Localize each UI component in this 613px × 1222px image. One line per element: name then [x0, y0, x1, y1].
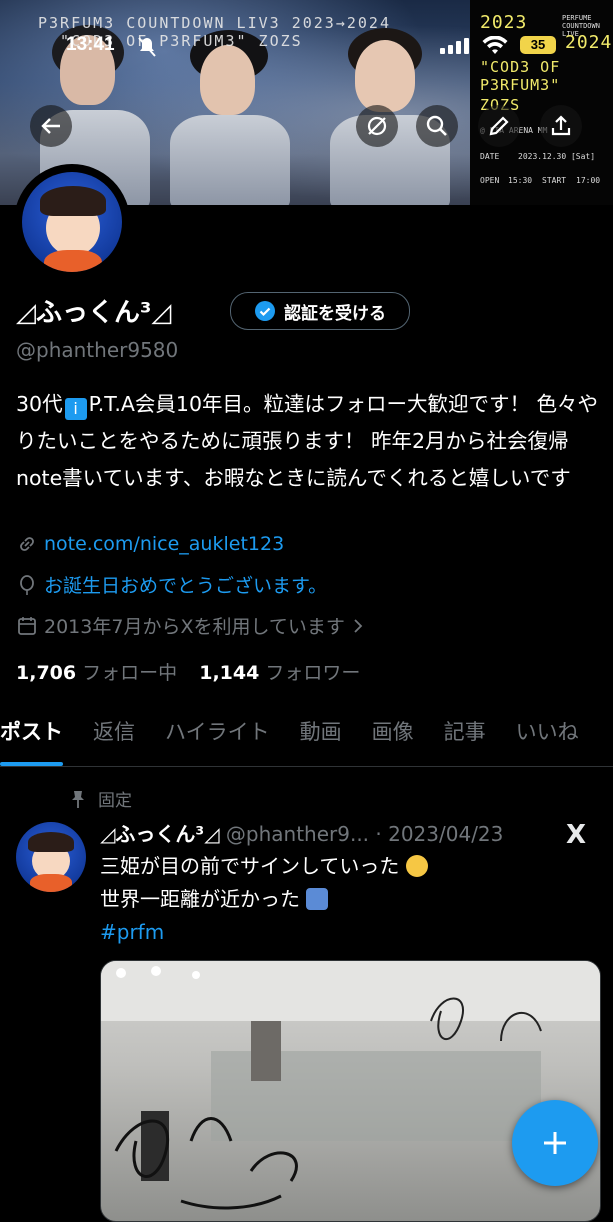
status-time: 13:41	[66, 34, 115, 55]
back-button[interactable]	[30, 105, 72, 147]
banner-poster: 2023 PERFUME COUNTDOWN LIVE 2024 "COD3 O…	[470, 0, 613, 205]
search-button[interactable]	[416, 105, 458, 147]
search-icon	[426, 115, 447, 136]
poster-start-label: START	[542, 176, 567, 185]
pinned-label: 固定	[98, 791, 132, 811]
grok-button[interactable]	[356, 105, 398, 147]
profile-avatar[interactable]	[14, 164, 130, 280]
poster-code-line2: P3RFUM3"	[480, 76, 561, 94]
post-handle-date: @phanther9... · 2023/04/23	[225, 822, 504, 846]
x-logo-icon: X	[566, 820, 587, 850]
profile-link-row[interactable]: note.com/nice_auklet123	[16, 533, 284, 555]
post-image[interactable]	[100, 960, 601, 1222]
poster-open-label: OPEN	[480, 176, 500, 185]
verified-badge-icon	[255, 301, 275, 321]
tab-media[interactable]: 画像	[372, 710, 414, 766]
get-verified-button[interactable]: 認証を受ける	[230, 292, 410, 330]
poster-code-line1: "COD3 OF	[480, 58, 561, 76]
link-icon	[20, 537, 34, 551]
poster-date-label: DATE	[480, 152, 500, 161]
birthday-text: お誕生日おめでとうございます。	[44, 575, 328, 597]
post-header: ◿ふっくん³◿ @phanther9... · 2023/04/23	[100, 818, 503, 847]
share-button[interactable]	[540, 105, 582, 147]
post-hashtag[interactable]: #prfm	[100, 920, 164, 944]
tab-replies[interactable]: 返信	[93, 710, 135, 766]
tab-posts[interactable]: ポスト	[0, 710, 63, 766]
followers-link[interactable]: 1,144 フォロワー	[199, 662, 360, 684]
post-author-avatar[interactable]	[16, 822, 86, 892]
calendar-icon	[18, 616, 36, 635]
post-line-2: 世界一距離が近かった	[100, 887, 300, 911]
followers-label: フォロワー	[265, 662, 361, 684]
compose-post-button[interactable]	[512, 1100, 598, 1186]
post-author-name[interactable]: ◿ふっくん³◿	[100, 822, 220, 846]
tab-videos[interactable]: 動画	[300, 710, 342, 766]
following-count: 1,706	[16, 662, 77, 684]
info-emoji-icon: i	[64, 398, 87, 420]
arrow-left-icon	[41, 118, 60, 134]
grok-icon	[367, 116, 387, 136]
get-verified-label: 認証を受ける	[284, 303, 386, 324]
following-link[interactable]: 1,706 フォロー中	[16, 662, 177, 684]
silent-bell-icon	[138, 37, 156, 57]
post-text: 三姫が目の前でサインしていった 世界一距離が近かった #prfm	[100, 850, 428, 949]
battery-indicator: 35	[520, 36, 556, 54]
tab-articles[interactable]: 記事	[444, 710, 486, 766]
joined-text: 2013年7月からXを利用しています	[44, 616, 345, 638]
poster-year-end: 2024	[565, 32, 613, 53]
post-line-1: 三姫が目の前でサインしていった	[100, 854, 400, 878]
pencil-icon	[489, 116, 509, 136]
joined-row[interactable]: 2013年7月からXを利用しています	[16, 612, 365, 639]
raising-hand-emoji-icon	[306, 888, 329, 910]
profile-bio: 30代 i P.T.A会員10年目。粒達はフォロー大歓迎です！ 色々やりたいことをや…	[16, 386, 601, 497]
chevron-right-icon	[354, 618, 363, 633]
pin-icon	[72, 790, 84, 808]
share-icon	[551, 115, 571, 136]
signed-glass-photo	[101, 961, 600, 1210]
cellular-signal-icon	[440, 38, 469, 54]
banner-title-line1: P3RFUM3 COUNTDOWN LIV3 2023→2024	[38, 14, 391, 32]
followers-count: 1,144	[199, 662, 260, 684]
bio-text: P.T.A会員10年目。粒達はフォロー大歓迎です！ 色々やりたいことをやるために…	[16, 392, 599, 490]
tab-likes[interactable]: いいね	[516, 710, 579, 766]
hushed-face-emoji-icon	[405, 855, 428, 877]
profile-link[interactable]: note.com/nice_auklet123	[44, 533, 284, 555]
profile-tabs: ポスト 返信 ハイライト 動画 画像 記事 いいね	[0, 710, 613, 767]
poster-open-value: 15:30	[508, 176, 533, 185]
bio-prefix: 30代	[16, 392, 63, 416]
poster-start-value: 17:00	[576, 176, 601, 185]
tab-highlights[interactable]: ハイライト	[165, 710, 270, 766]
following-label: フォロー中	[82, 662, 178, 684]
poster-date-value: 2023.12.30 [Sat]	[518, 152, 596, 161]
wifi-icon	[482, 36, 508, 54]
pinned-indicator: 固定	[70, 786, 132, 811]
poster-year-start: 2023	[480, 12, 528, 33]
user-handle: @phanther9580	[16, 338, 179, 362]
balloon-icon	[20, 574, 34, 595]
plus-icon	[544, 1132, 566, 1154]
display-name: ◿ふっくん³◿	[16, 298, 172, 328]
edit-button[interactable]	[478, 105, 520, 147]
birthday-row: お誕生日おめでとうございます。	[16, 571, 327, 598]
follow-counts: 1,706 フォロー中 1,144 フォロワー	[16, 658, 360, 685]
